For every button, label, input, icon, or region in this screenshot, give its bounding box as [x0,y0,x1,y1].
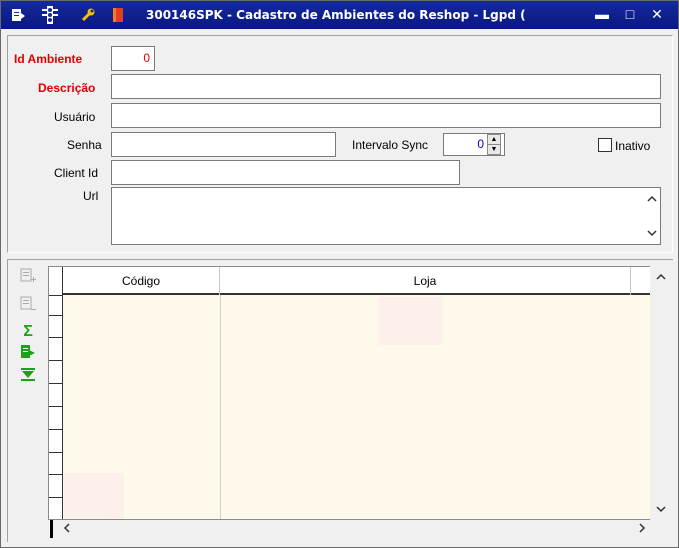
menu-icon[interactable] [9,6,27,24]
id-ambiente-field[interactable]: 0 [111,46,155,71]
client-id-field[interactable] [111,160,460,185]
descricao-field[interactable] [111,74,661,99]
book-icon[interactable] [109,6,127,24]
row-indicator-column [49,267,63,519]
maximize-button[interactable]: □ [619,5,641,23]
form-panel: Id Ambiente 0 Descrição Usuário Senha In… [7,35,673,253]
url-label: Url [83,189,99,203]
url-field[interactable] [111,187,661,245]
data-grid[interactable]: Código Loja [48,266,658,520]
title-bar: 300146SPK - Cadastro de Ambientes do Res… [1,1,678,29]
grid-cell-highlight [64,473,124,519]
usuario-field[interactable] [111,103,661,128]
record-indicator [50,520,53,538]
minimize-button[interactable]: ▬ [591,5,613,23]
client-id-label: Client Id [54,166,99,180]
window-title: 300146SPK - Cadastro de Ambientes do Res… [146,8,526,22]
scroll-up-icon[interactable] [650,270,672,288]
grid-vertical-scrollbar[interactable] [650,266,672,520]
inativo-checkbox[interactable] [598,138,612,152]
intervalo-sync-spinner[interactable]: ▲ ▼ [487,134,501,155]
column-header-loja[interactable]: Loja [220,267,631,295]
senha-label: Senha [67,138,102,152]
scroll-left-icon[interactable] [58,520,76,538]
descricao-label: Descrição [38,81,96,95]
grid-panel: Σ Código Loja [7,259,673,542]
app-window: 300146SPK - Cadastro de Ambientes do Res… [0,0,679,548]
inativo-label: Inativo [615,139,651,153]
scroll-down-icon[interactable] [643,226,660,244]
url-scrollbar[interactable] [643,188,660,244]
column-separator [220,295,221,519]
grid-horizontal-scrollbar[interactable] [48,520,658,538]
sum-icon[interactable]: Σ [20,324,36,340]
spin-up-icon[interactable]: ▲ [488,135,500,145]
add-row-icon[interactable] [20,268,36,284]
traffic-light-icon[interactable] [41,6,59,24]
senha-field[interactable] [111,132,336,157]
scroll-down-icon[interactable] [650,502,672,520]
grid-cell-highlight [379,297,443,345]
intervalo-sync-label: Intervalo Sync [352,138,429,152]
wrench-icon[interactable] [79,6,97,24]
remove-row-icon[interactable] [20,296,36,312]
close-button[interactable]: ✕ [646,5,668,23]
collapse-icon[interactable] [20,368,36,384]
grid-header: Código Loja [63,267,657,295]
column-header-codigo[interactable]: Código [63,267,220,295]
id-ambiente-label: Id Ambiente [14,52,83,66]
export-icon[interactable] [20,344,36,360]
grid-toolbar: Σ [8,260,48,542]
scroll-up-icon[interactable] [643,192,660,210]
spin-down-icon[interactable]: ▼ [488,145,500,155]
usuario-label: Usuário [54,110,96,124]
url-value [112,188,660,192]
scroll-right-icon[interactable] [633,520,651,538]
